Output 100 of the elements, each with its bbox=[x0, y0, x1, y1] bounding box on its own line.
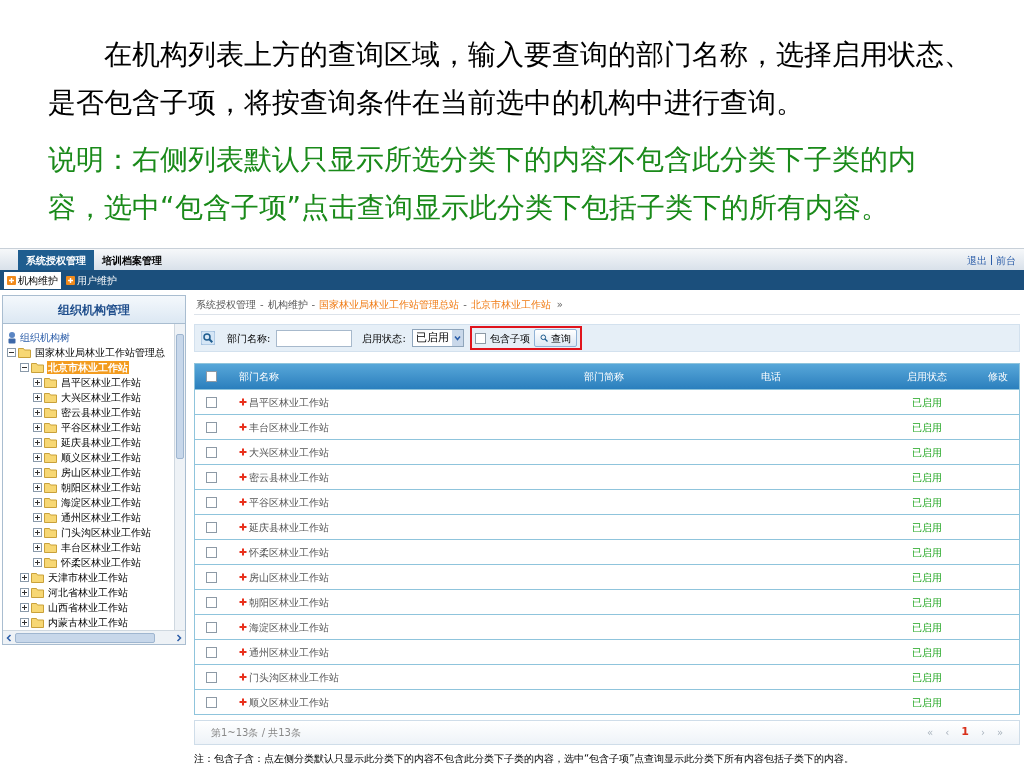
expand-icon[interactable] bbox=[33, 528, 42, 538]
tree-item[interactable]: 门头沟区林业工作站 bbox=[60, 526, 152, 540]
expand-icon[interactable] bbox=[33, 558, 42, 568]
plus-icon[interactable] bbox=[238, 598, 247, 606]
tree-item[interactable]: 组织机构树 bbox=[19, 331, 71, 345]
row-checkbox[interactable] bbox=[206, 596, 218, 608]
header-link[interactable]: 前台 bbox=[996, 252, 1016, 268]
status-cell: 已启用 bbox=[912, 496, 943, 508]
status-select[interactable]: 已启用 bbox=[411, 329, 464, 347]
status-cell: 已启用 bbox=[912, 696, 943, 708]
folder-icon bbox=[44, 467, 58, 479]
sub-tab[interactable]: 机构维护 bbox=[4, 271, 61, 289]
expand-icon[interactable] bbox=[20, 603, 29, 613]
plus-icon[interactable] bbox=[238, 498, 247, 506]
expand-icon[interactable] bbox=[33, 483, 42, 493]
expand-icon[interactable] bbox=[33, 393, 42, 403]
expand-icon[interactable] bbox=[33, 453, 42, 463]
tree-item[interactable]: 海淀区林业工作站 bbox=[60, 496, 142, 510]
row-checkbox[interactable] bbox=[206, 496, 218, 508]
row-checkbox[interactable] bbox=[206, 421, 218, 433]
plus-icon[interactable] bbox=[238, 573, 247, 581]
plus-icon[interactable] bbox=[238, 398, 247, 406]
plus-icon[interactable] bbox=[238, 648, 247, 656]
sub-tab[interactable]: 用户维护 bbox=[63, 271, 120, 289]
row-checkbox[interactable] bbox=[206, 396, 218, 408]
breadcrumb-link[interactable]: 机构维护 bbox=[267, 297, 308, 312]
pager-link[interactable]: 1 bbox=[961, 724, 969, 741]
tree-item[interactable]: 丰台区林业工作站 bbox=[60, 541, 142, 555]
header-link[interactable]: 退出 bbox=[967, 252, 987, 268]
plus-icon[interactable] bbox=[238, 523, 247, 531]
row-checkbox[interactable] bbox=[206, 471, 218, 483]
plus-icon[interactable] bbox=[238, 673, 247, 681]
row-checkbox[interactable] bbox=[206, 621, 218, 633]
status-cell: 已启用 bbox=[912, 396, 943, 408]
checkbox-label: 包含子项 bbox=[489, 331, 530, 346]
search-button[interactable]: 查询 bbox=[533, 329, 577, 347]
tree-item[interactable]: 天津市林业工作站 bbox=[47, 571, 129, 585]
tree-item[interactable]: 朝阳区林业工作站 bbox=[60, 481, 142, 495]
table-cell-text: 平谷区林业工作站 bbox=[248, 495, 329, 510]
expand-icon[interactable] bbox=[33, 423, 42, 433]
plus-icon[interactable] bbox=[238, 623, 247, 631]
include-children-checkbox[interactable] bbox=[474, 332, 486, 344]
select-all-checkbox[interactable] bbox=[206, 371, 218, 382]
folder-icon bbox=[44, 392, 58, 404]
scroll-right-icon[interactable] bbox=[175, 633, 183, 642]
tree-item[interactable]: 密云县林业工作站 bbox=[60, 406, 142, 420]
row-checkbox[interactable] bbox=[206, 546, 218, 558]
tree-item[interactable]: 大兴区林业工作站 bbox=[60, 391, 142, 405]
status-cell: 已启用 bbox=[912, 521, 943, 533]
tree-item[interactable]: 顺义区林业工作站 bbox=[60, 451, 142, 465]
tree-item[interactable]: 国家林业局林业工作站管理总 bbox=[34, 346, 166, 360]
expand-icon[interactable] bbox=[33, 378, 42, 388]
tree-item[interactable]: 房山区林业工作站 bbox=[60, 466, 142, 480]
row-checkbox[interactable] bbox=[206, 646, 218, 658]
tree-item[interactable]: 山西省林业工作站 bbox=[47, 601, 129, 615]
row-checkbox[interactable] bbox=[206, 696, 218, 708]
top-tab[interactable]: 培训档案管理 bbox=[94, 250, 170, 270]
expand-icon[interactable] bbox=[33, 543, 42, 553]
tree-item[interactable]: 通州区林业工作站 bbox=[60, 511, 142, 525]
status-cell: 已启用 bbox=[912, 571, 943, 583]
table-cell-text: 丰台区林业工作站 bbox=[248, 420, 329, 435]
vertical-scrollbar[interactable] bbox=[174, 324, 185, 631]
row-checkbox[interactable] bbox=[206, 446, 218, 458]
sidebar-title: 组织机构管理 bbox=[58, 301, 130, 319]
folder-icon bbox=[31, 572, 45, 584]
expand-icon[interactable] bbox=[20, 588, 29, 598]
tree-item[interactable]: 平谷区林业工作站 bbox=[60, 421, 142, 435]
plus-icon[interactable] bbox=[238, 473, 247, 481]
row-checkbox[interactable] bbox=[206, 671, 218, 683]
breadcrumb-separator: » bbox=[556, 298, 563, 312]
row-checkbox[interactable] bbox=[206, 521, 218, 533]
expand-icon[interactable] bbox=[20, 618, 29, 628]
breadcrumb-link[interactable]: 系统授权管理 bbox=[196, 297, 256, 312]
collapse-icon[interactable] bbox=[7, 348, 16, 358]
horizontal-scrollbar[interactable] bbox=[3, 630, 185, 644]
tree-item[interactable]: 内蒙古林业工作站 bbox=[47, 616, 129, 630]
table-cell-text: 通州区林业工作站 bbox=[248, 645, 329, 660]
top-tab[interactable]: 系统授权管理 bbox=[18, 250, 94, 270]
expand-icon[interactable] bbox=[20, 573, 29, 583]
department-name-field[interactable] bbox=[276, 329, 353, 347]
expand-icon[interactable] bbox=[33, 468, 42, 478]
plus-icon[interactable] bbox=[238, 548, 247, 556]
status-cell: 已启用 bbox=[912, 596, 943, 608]
scroll-left-icon[interactable] bbox=[5, 633, 13, 642]
tree-item[interactable]: 昌平区林业工作站 bbox=[60, 376, 142, 390]
plus-icon[interactable] bbox=[238, 423, 247, 431]
row-checkbox[interactable] bbox=[206, 571, 218, 583]
tree-item[interactable]: 怀柔区林业工作站 bbox=[60, 556, 142, 570]
plus-icon[interactable] bbox=[238, 698, 247, 706]
tree-item[interactable]: 河北省林业工作站 bbox=[47, 586, 129, 600]
expand-icon[interactable] bbox=[33, 408, 42, 418]
expand-icon[interactable] bbox=[33, 498, 42, 508]
table-cell-text: 顺义区林业工作站 bbox=[248, 695, 329, 710]
collapse-icon[interactable] bbox=[20, 363, 29, 373]
folder-icon bbox=[44, 407, 58, 419]
expand-icon[interactable] bbox=[33, 438, 42, 448]
plus-icon[interactable] bbox=[238, 448, 247, 456]
status-cell: 已启用 bbox=[912, 621, 943, 633]
tree-item[interactable]: 延庆县林业工作站 bbox=[60, 436, 142, 450]
expand-icon[interactable] bbox=[33, 513, 42, 523]
